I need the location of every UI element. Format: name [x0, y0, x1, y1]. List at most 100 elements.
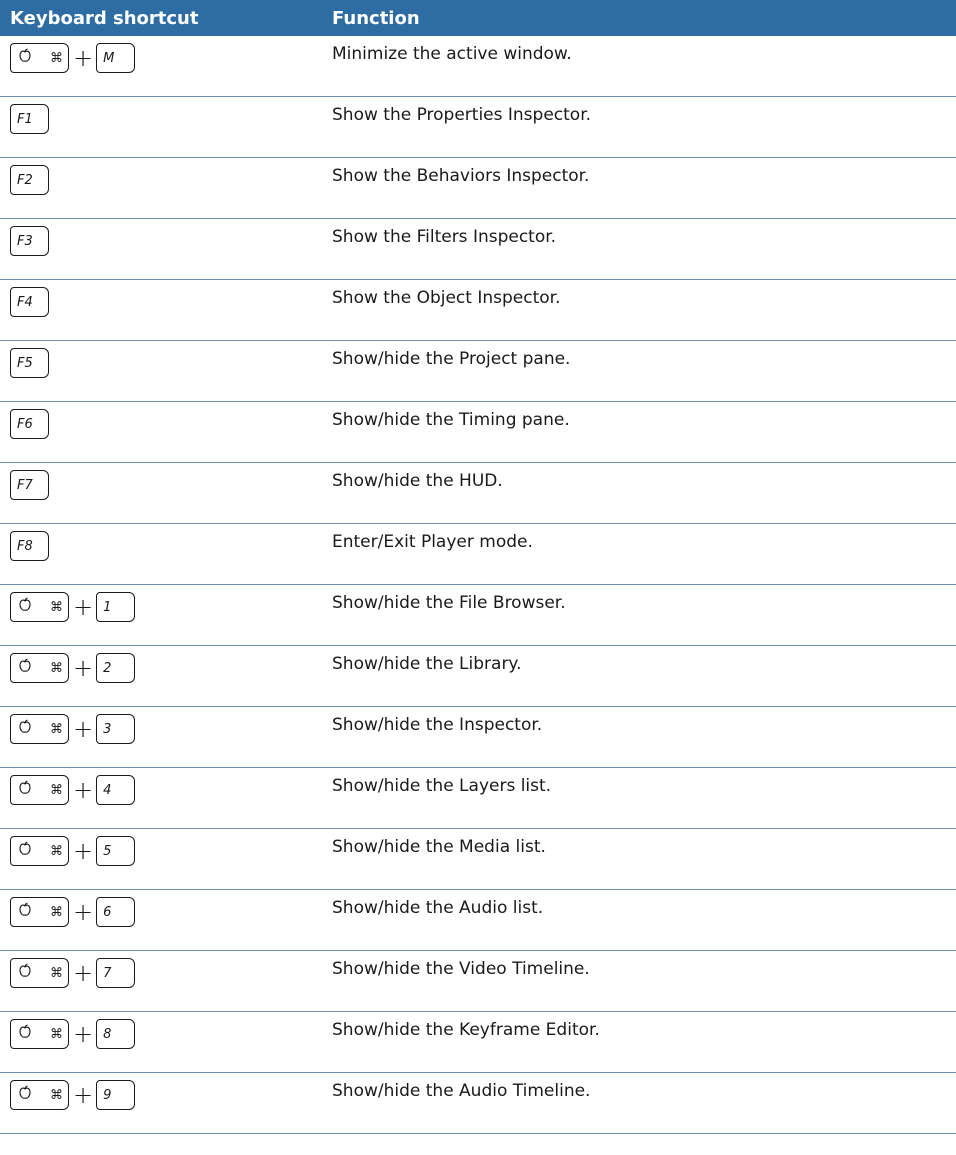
command-key: ⌘: [10, 653, 69, 683]
table-row: F4 Show the Object Inspector.: [0, 280, 956, 341]
function-description: Minimize the active window.: [332, 44, 572, 64]
apple-icon: [18, 963, 40, 983]
keyboard-shortcut: F6: [10, 409, 49, 439]
keyboard-shortcut: ⌘ +8: [10, 1019, 136, 1049]
command-key: ⌘: [10, 836, 69, 866]
command-symbol-icon: ⌘: [50, 1026, 63, 1042]
table-row: F6 Show/hide the Timing pane.: [0, 402, 956, 463]
command-key: ⌘: [10, 897, 69, 927]
table-row: ⌘ +9 Show/hide the Audio Timeline.: [0, 1073, 956, 1134]
table-row: F5 Show/hide the Project pane.: [0, 341, 956, 402]
command-symbol-icon: ⌘: [50, 660, 63, 676]
key-label: M: [103, 50, 115, 66]
shortcut-cell: ⌘ + M: [0, 36, 332, 96]
function-description: Show/hide the Timing pane.: [332, 410, 570, 430]
apple-icon: [18, 902, 40, 922]
apple-icon: [18, 48, 40, 68]
keyboard-shortcut: F7: [10, 470, 49, 500]
table-row: ⌘ +3 Show/hide the Inspector.: [0, 707, 956, 768]
key-cap: 4: [96, 775, 136, 805]
function-description: Show/hide the Audio Timeline.: [332, 1081, 591, 1101]
keyboard-shortcut: ⌘ +9: [10, 1080, 136, 1110]
key-label: 7: [103, 965, 112, 981]
keyboard-shortcut: F1: [10, 104, 49, 134]
shortcut-cell: ⌘ +3: [0, 707, 332, 767]
keyboard-shortcut: ⌘ + M: [10, 43, 136, 73]
key-label: 4: [103, 782, 112, 798]
table-row: F1 Show the Properties Inspector.: [0, 97, 956, 158]
key-cap: 5: [96, 836, 136, 866]
plus-sign: +: [73, 1081, 94, 1109]
function-description: Enter/Exit Player mode.: [332, 532, 533, 552]
apple-icon: [18, 719, 40, 739]
key-label: 5: [103, 843, 112, 859]
shortcut-cell: ⌘ +8: [0, 1012, 332, 1072]
command-key: ⌘: [10, 958, 69, 988]
function-description: Show the Filters Inspector.: [332, 227, 557, 247]
table-row: ⌘ +7 Show/hide the Video Timeline.: [0, 951, 956, 1012]
key-cap: F7: [10, 470, 49, 500]
key-label: F4: [17, 294, 33, 310]
function-description: Show the Object Inspector.: [332, 288, 561, 308]
key-cap: 7: [96, 958, 136, 988]
shortcut-cell: ⌘ +2: [0, 646, 332, 706]
keyboard-shortcut: F3: [10, 226, 49, 256]
table-row: ⌘ +6 Show/hide the Audio list.: [0, 890, 956, 951]
key-cap: F6: [10, 409, 49, 439]
key-cap: 3: [96, 714, 136, 744]
shortcut-cell: F6: [0, 402, 332, 462]
function-description: Show/hide the File Browser.: [332, 593, 566, 613]
command-symbol-icon: ⌘: [50, 50, 63, 66]
function-description: Show/hide the Video Timeline.: [332, 959, 590, 979]
table-row: ⌘ +5 Show/hide the Media list.: [0, 829, 956, 890]
key-cap: 1: [96, 592, 136, 622]
shortcut-cell: F5: [0, 341, 332, 401]
key-cap: 2: [96, 653, 136, 683]
header-function: Function: [332, 7, 420, 29]
function-description: Show/hide the Keyframe Editor.: [332, 1020, 600, 1040]
table-row: ⌘ +4 Show/hide the Layers list.: [0, 768, 956, 829]
shortcut-cell: F3: [0, 219, 332, 279]
key-label: F3: [17, 233, 33, 249]
shortcut-cell: ⌘ +5: [0, 829, 332, 889]
key-label: F1: [17, 111, 33, 127]
key-cap: F2: [10, 165, 49, 195]
keyboard-shortcut: F8: [10, 531, 49, 561]
shortcut-cell: ⌘ +6: [0, 890, 332, 950]
key-cap: F1: [10, 104, 49, 134]
keyboard-shortcut: F4: [10, 287, 49, 317]
shortcut-cell: ⌘ +4: [0, 768, 332, 828]
table-row: F3 Show the Filters Inspector.: [0, 219, 956, 280]
command-symbol-icon: ⌘: [50, 782, 63, 798]
function-description: Show/hide the Library.: [332, 654, 522, 674]
shortcut-cell: F7: [0, 463, 332, 523]
key-label: 8: [103, 1026, 112, 1042]
table-body: ⌘ + M Minimize the active window. F1 Show the…: [0, 36, 956, 1134]
key-cap: 8: [96, 1019, 136, 1049]
command-symbol-icon: ⌘: [50, 904, 63, 920]
shortcut-cell: ⌘ +7: [0, 951, 332, 1011]
apple-icon: [18, 780, 40, 800]
command-symbol-icon: ⌘: [50, 721, 63, 737]
key-label: F2: [17, 172, 33, 188]
shortcut-cell: F4: [0, 280, 332, 340]
table-row: F7 Show/hide the HUD.: [0, 463, 956, 524]
apple-icon: [18, 597, 40, 617]
command-symbol-icon: ⌘: [50, 965, 63, 981]
plus-sign: +: [73, 715, 94, 743]
keyboard-shortcut: ⌘ +1: [10, 592, 136, 622]
command-key: ⌘: [10, 1019, 69, 1049]
plus-sign: +: [73, 1020, 94, 1048]
apple-icon: [18, 841, 40, 861]
shortcut-cell: F1: [0, 97, 332, 157]
key-label: F5: [17, 355, 33, 371]
table-row: F2 Show the Behaviors Inspector.: [0, 158, 956, 219]
command-key: ⌘: [10, 775, 69, 805]
shortcut-table: Keyboard shortcut Function ⌘ + M Minimize t…: [0, 0, 956, 1134]
command-symbol-icon: ⌘: [50, 1087, 63, 1103]
shortcut-cell: F2: [0, 158, 332, 218]
keyboard-shortcut: ⌘ +3: [10, 714, 136, 744]
key-label: 2: [103, 660, 112, 676]
function-description: Show/hide the Media list.: [332, 837, 546, 857]
plus-sign: +: [73, 593, 94, 621]
